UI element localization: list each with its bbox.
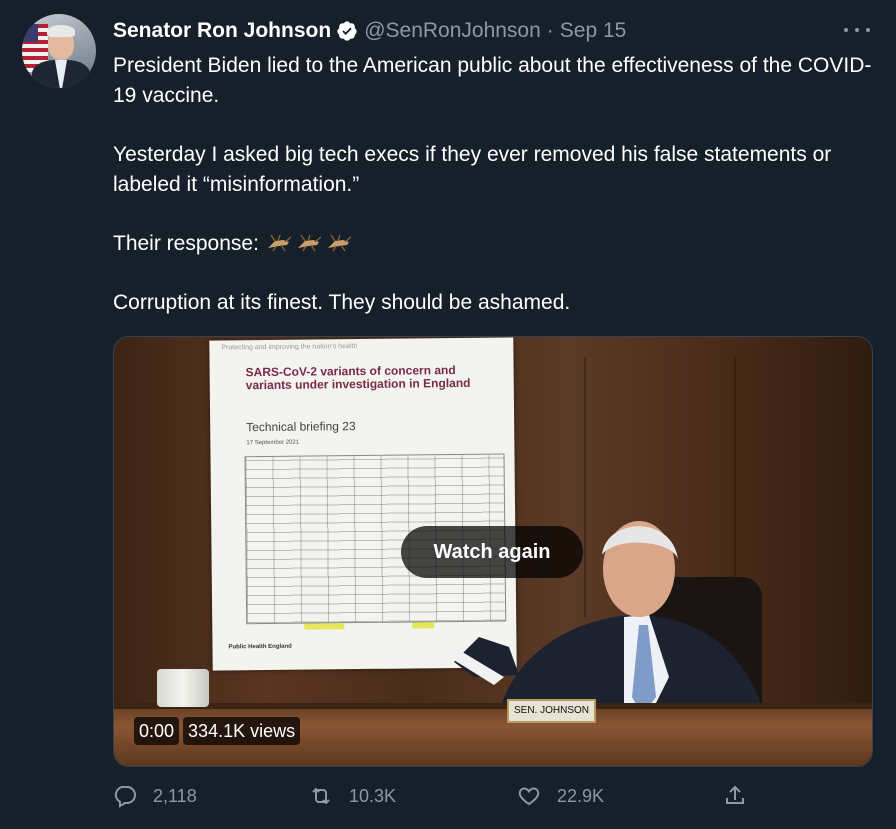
video-player[interactable]: Protecting and improving the nation's he…: [113, 336, 873, 767]
retweet-button[interactable]: 10.3K: [309, 784, 396, 808]
retweet-icon: [312, 787, 330, 805]
author-handle[interactable]: @SenRonJohnson: [364, 19, 541, 43]
poster-date: 17 September 2021: [246, 439, 300, 447]
cricket-emoji-icon: [325, 232, 353, 252]
poster-title: SARS-CoV-2 variants of concern and varia…: [245, 363, 471, 393]
tweet-date[interactable]: Sep 15: [560, 19, 627, 43]
cricket-emoji-icon: [265, 232, 293, 252]
tweet-paragraph-2: Yesterday I asked big tech execs if they…: [113, 143, 832, 196]
cricket-emoji-icon: [295, 232, 323, 252]
author-name[interactable]: Senator Ron Johnson: [113, 19, 331, 43]
like-count: 22.9K: [557, 785, 605, 806]
reply-button[interactable]: 2,118: [113, 784, 197, 808]
video-time: 0:00: [134, 717, 180, 745]
more-options-icon[interactable]: [844, 22, 870, 38]
separator-dot: ·: [546, 19, 554, 42]
poster-footer: Public Health England: [228, 643, 292, 651]
avatar[interactable]: [22, 14, 96, 88]
share-icon: [726, 785, 744, 804]
video-overlay: 0:00 334.1K views: [134, 717, 301, 745]
reply-count: 2,118: [153, 785, 197, 806]
share-button[interactable]: [723, 784, 747, 808]
watch-again-button[interactable]: Watch again: [401, 526, 583, 578]
like-button[interactable]: 22.9K: [517, 784, 604, 808]
tweet-response-label: Their response:: [113, 232, 265, 255]
like-icon: [518, 787, 540, 806]
retweet-count: 10.3K: [349, 785, 397, 806]
video-views: 334.1K views: [183, 717, 301, 745]
verified-badge-icon: [336, 20, 358, 42]
tweet-text: President Biden lied to the American pub…: [113, 51, 883, 318]
cup: [157, 669, 209, 707]
avatar-hair: [47, 25, 75, 37]
tweet-header: Senator Ron Johnson @SenRonJohnson · Sep…: [113, 16, 626, 46]
reply-icon: [114, 786, 136, 808]
action-bar: 2,118 10.3K 22.9K: [113, 784, 871, 816]
nameplate: SEN. JOHNSON: [507, 699, 596, 723]
tweet-card[interactable]: Senator Ron Johnson @SenRonJohnson · Sep…: [0, 0, 896, 829]
poster-subtitle: Technical briefing 23: [246, 419, 356, 435]
tweet-paragraph-1: President Biden lied to the American pub…: [113, 54, 872, 107]
tweet-paragraph-4: Corruption at its finest. They should be…: [113, 291, 571, 314]
poster-highlight: [412, 622, 435, 629]
tweet-paragraph-3: Their response:: [113, 229, 883, 259]
poster-top-line: Protecting and improving the nation's he…: [221, 343, 358, 352]
poster-highlight: [304, 623, 345, 630]
